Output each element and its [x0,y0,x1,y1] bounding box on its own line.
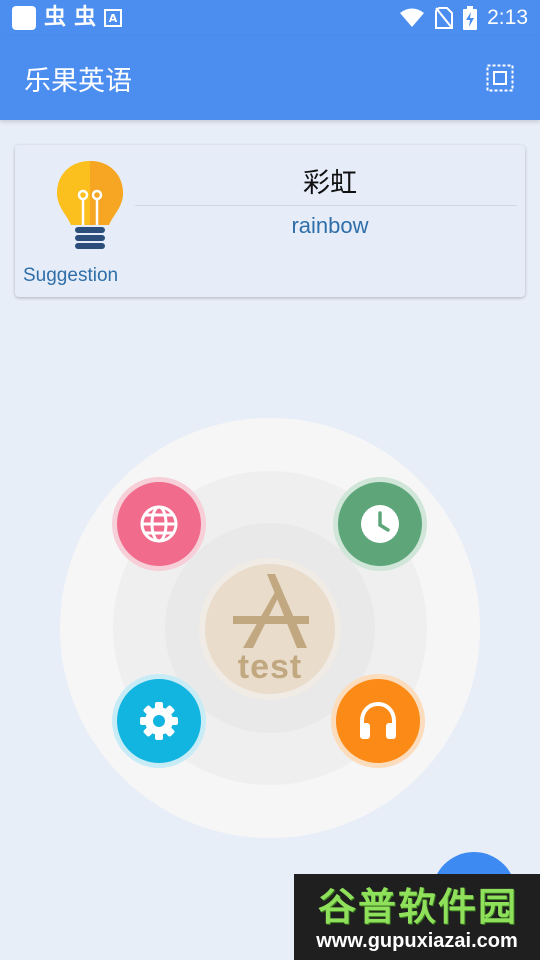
globe-button[interactable] [112,477,206,571]
headphones-icon [360,701,396,739]
app-toolbar: 乐果英语 [0,36,540,120]
no-sim-icon [435,7,454,29]
test-label: test [237,648,303,686]
status-bar: 虫 虫 A 2:13 [0,0,540,36]
suggestion-card[interactable]: Suggestion 彩虹 rainbow [15,145,525,297]
watermark-url: www.gupuxiazai.com [316,930,518,952]
headphones-button[interactable] [331,674,425,768]
wifi-icon [400,8,425,27]
app-square-icon [12,6,36,30]
scan-frame-icon [486,64,514,92]
text-a-icon: A [104,9,123,27]
test-button[interactable]: test [199,558,341,700]
watermark: 谷普软件园 www.gupuxiazai.com [294,874,540,960]
app-store-icon [233,574,309,648]
status-time: 2:13 [487,6,528,29]
clock-button[interactable] [333,477,427,571]
watermark-title: 谷普软件园 [317,885,518,929]
globe-icon [140,505,178,543]
bug-icon: 虫 [44,5,67,30]
app-title: 乐果英语 [24,65,132,97]
card-divider [135,205,517,206]
word-english: rainbow [291,213,369,238]
gear-icon [140,702,178,740]
word-chinese: 彩虹 [303,168,357,199]
settings-button[interactable] [112,674,206,768]
scan-button[interactable] [484,62,516,94]
bug-icon: 虫 [74,5,97,30]
lightbulb-icon [57,161,123,249]
clock-icon [361,505,399,543]
suggestion-label: Suggestion [23,265,119,286]
battery-charging-icon [463,6,478,30]
